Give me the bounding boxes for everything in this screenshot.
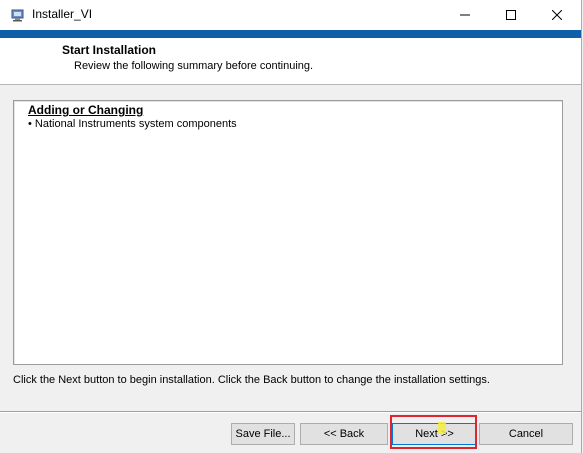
page-subtitle: Review the following summary before cont… — [74, 60, 314, 72]
close-icon — [552, 10, 562, 20]
footer-divider — [0, 411, 581, 413]
save-file-button[interactable]: Save File... — [231, 423, 295, 445]
minimize-icon — [460, 14, 470, 16]
next-button[interactable]: Next >> — [392, 423, 477, 445]
summary-item: • National Instruments system components — [28, 118, 237, 130]
installer-window: Installer_VI Start Installation Review t… — [0, 0, 582, 453]
title-bar[interactable]: Installer_VI — [0, 0, 581, 30]
accent-strip — [0, 30, 581, 38]
page-title: Start Installation — [62, 43, 157, 57]
back-button[interactable]: << Back — [300, 423, 388, 445]
close-button[interactable] — [534, 0, 580, 30]
minimize-button[interactable] — [442, 0, 488, 30]
summary-panel[interactable]: Adding or Changing • National Instrument… — [13, 100, 563, 365]
summary-heading: Adding or Changing — [28, 103, 144, 117]
instruction-text: Click the Next button to begin installat… — [13, 374, 490, 386]
window-title: Installer_VI — [32, 7, 93, 21]
installer-app-icon — [11, 9, 24, 22]
cancel-button[interactable]: Cancel — [479, 423, 573, 445]
maximize-button[interactable] — [488, 0, 534, 30]
page-header: Start Installation Review the following … — [0, 38, 581, 85]
maximize-icon — [506, 10, 516, 20]
